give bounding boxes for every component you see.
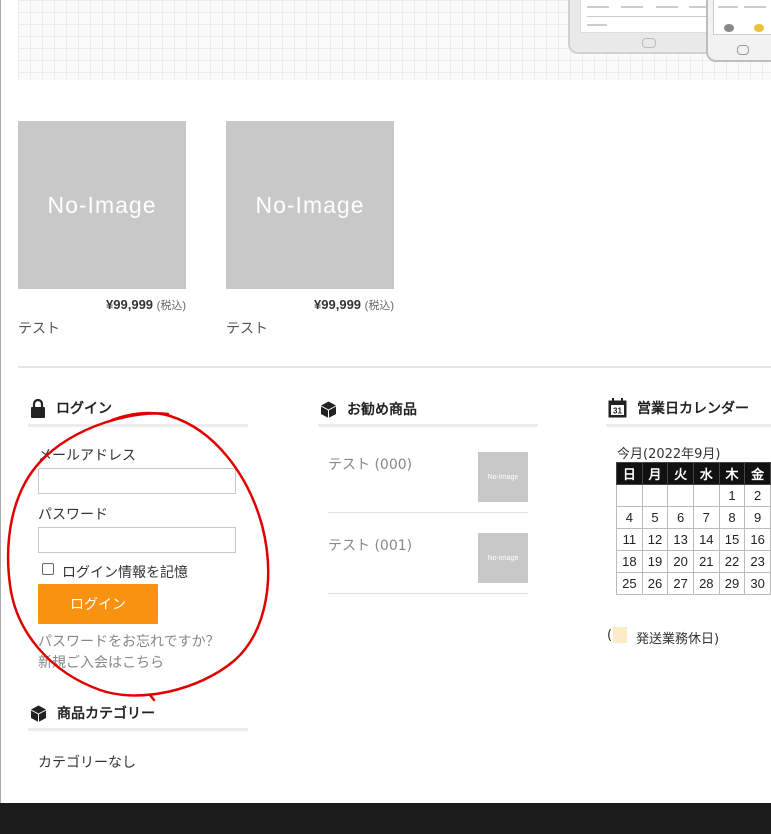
recommended-heading-underline bbox=[318, 424, 538, 427]
calendar-day: 12 bbox=[641, 528, 669, 551]
svg-text:31: 31 bbox=[613, 407, 622, 416]
calendar-day: 14 bbox=[692, 528, 720, 551]
calendar-weekday-row: 日 月 火 水 木 金 bbox=[616, 462, 771, 485]
calendar-day bbox=[641, 484, 669, 507]
calendar-month-label: 今月(2022年9月) bbox=[617, 447, 721, 462]
calendar-day: 11 bbox=[616, 528, 643, 551]
recommended-separator bbox=[328, 512, 528, 513]
category-empty-text: カテゴリーなし bbox=[38, 755, 136, 771]
calendar-day bbox=[616, 484, 643, 507]
calendar-day: 29 bbox=[718, 572, 746, 595]
calendar-week-row: 1 2 bbox=[616, 484, 771, 507]
product-image[interactable]: No-Image bbox=[18, 121, 186, 289]
calendar-day: 13 bbox=[667, 528, 694, 551]
recommended-heading: お勧め商品 bbox=[320, 399, 417, 419]
legend-open-paren: ( bbox=[607, 628, 613, 643]
calendar-day: 27 bbox=[667, 572, 694, 595]
red-circle-annotation bbox=[6, 411, 270, 702]
calendar-day: 15 bbox=[718, 528, 746, 551]
product-name[interactable]: テスト bbox=[226, 318, 394, 338]
calendar-week-row: 4 5 6 7 8 9 bbox=[616, 506, 771, 529]
box-icon bbox=[320, 401, 337, 418]
calendar-heading: 31 営業日カレンダー bbox=[608, 398, 749, 418]
weekday-header: 金 bbox=[744, 462, 771, 485]
weekday-header: 木 bbox=[718, 462, 746, 485]
phone-mockup-image bbox=[706, 0, 771, 62]
calendar-day: 4 bbox=[616, 506, 643, 529]
product-price: ¥99,999 (税込) bbox=[314, 297, 394, 312]
calendar-day: 5 bbox=[641, 506, 669, 529]
calendar-week-row: 18 19 20 21 22 23 bbox=[616, 550, 771, 573]
calendar-table: 日 月 火 水 木 金 1 2 4 5 6 7 8 9 11 12 13 14 … bbox=[616, 462, 771, 595]
product-price: ¥99,999 (税込) bbox=[106, 297, 186, 312]
calendar-day: 22 bbox=[718, 550, 746, 573]
product-card[interactable]: No-Image ¥99,999 (税込) テスト bbox=[226, 121, 394, 338]
recommended-item-thumbnail[interactable]: No-Image bbox=[478, 452, 528, 502]
calendar-day: 8 bbox=[718, 506, 746, 529]
product-image[interactable]: No-Image bbox=[226, 121, 394, 289]
calendar-day: 30 bbox=[744, 572, 771, 595]
calendar-day: 16 bbox=[744, 528, 771, 551]
calendar-day: 18 bbox=[616, 550, 643, 573]
recommended-separator bbox=[328, 593, 528, 594]
recommended-item-thumbnail[interactable]: No-Image bbox=[478, 533, 528, 583]
weekday-header: 月 bbox=[641, 462, 669, 485]
calendar-day bbox=[667, 484, 694, 507]
weekday-header: 火 bbox=[667, 462, 694, 485]
calendar-day: 7 bbox=[692, 506, 720, 529]
calendar-week-row: 11 12 13 14 15 16 bbox=[616, 528, 771, 551]
section-divider bbox=[18, 366, 771, 368]
calendar-day: 1 bbox=[718, 484, 746, 507]
weekday-header: 日 bbox=[616, 462, 643, 485]
holiday-legend-label: 発送業務休日) bbox=[636, 632, 720, 647]
recommended-item-name[interactable]: テスト (000) bbox=[328, 454, 412, 474]
weekday-header: 水 bbox=[692, 462, 720, 485]
calendar-day: 20 bbox=[667, 550, 694, 573]
calendar-heading-underline bbox=[606, 424, 771, 427]
calendar-day: 26 bbox=[641, 572, 669, 595]
top-banner bbox=[18, 0, 771, 80]
calendar-icon: 31 bbox=[608, 398, 627, 418]
calendar-day: 19 bbox=[641, 550, 669, 573]
category-heading-underline bbox=[28, 728, 248, 731]
recommended-item-name[interactable]: テスト (001) bbox=[328, 535, 412, 555]
page-footer bbox=[0, 803, 771, 834]
calendar-day: 2 bbox=[744, 484, 771, 507]
calendar-day: 25 bbox=[616, 572, 643, 595]
product-name[interactable]: テスト bbox=[18, 318, 186, 338]
calendar-day: 6 bbox=[667, 506, 694, 529]
holiday-legend-swatch bbox=[613, 627, 627, 643]
calendar-day: 28 bbox=[692, 572, 720, 595]
product-card[interactable]: No-Image ¥99,999 (税込) テスト bbox=[18, 121, 186, 338]
calendar-week-row: 25 26 27 28 29 30 bbox=[616, 572, 771, 595]
calendar-day: 21 bbox=[692, 550, 720, 573]
calendar-day bbox=[692, 484, 720, 507]
calendar-day: 9 bbox=[744, 506, 771, 529]
calendar-day: 23 bbox=[744, 550, 771, 573]
